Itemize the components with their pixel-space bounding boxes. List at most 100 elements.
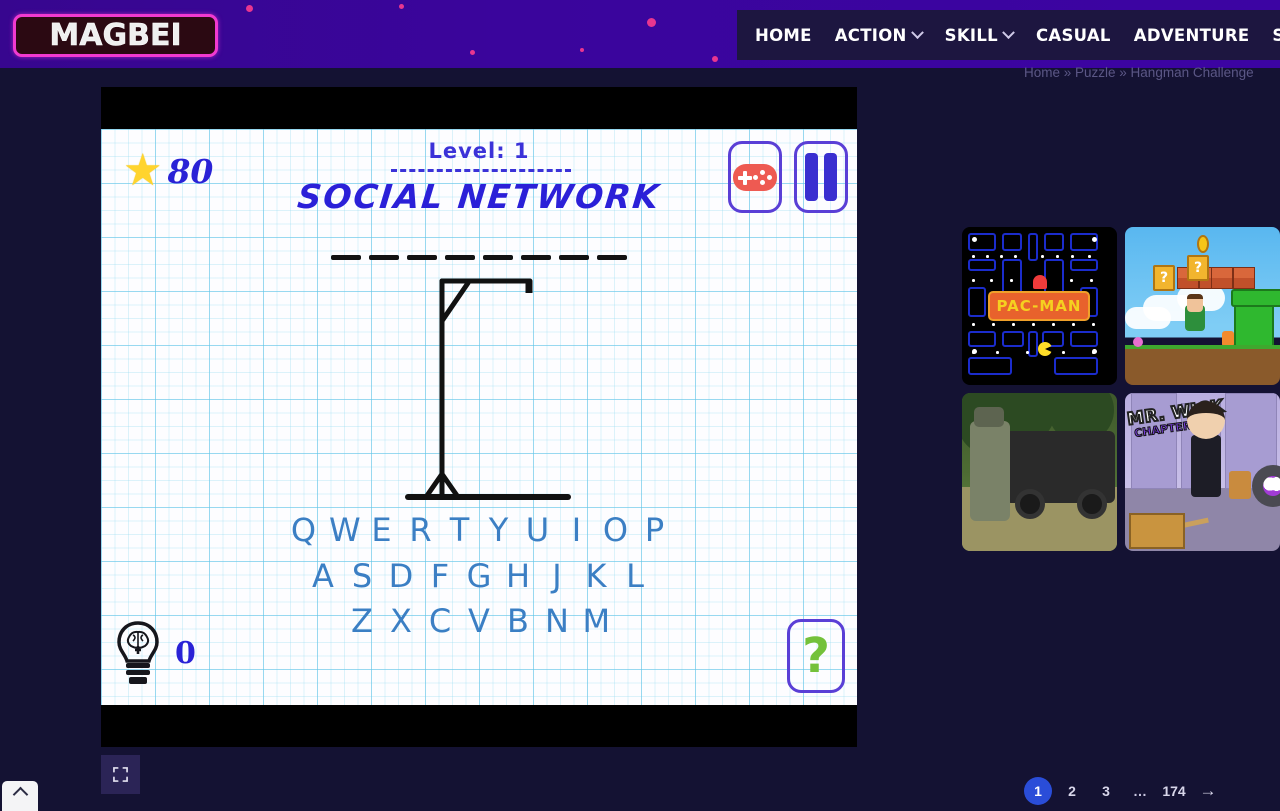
site-logo[interactable]: MAGBEI	[13, 14, 218, 57]
nav-item-skill[interactable]: SKILL	[944, 25, 1015, 45]
game-canvas[interactable]: ★ 80 Level: 1 SOCIAL NETWORK Q W E R T Y…	[101, 129, 857, 705]
category-underline	[391, 169, 571, 173]
key-N[interactable]: N	[544, 605, 571, 639]
site-header: MAGBEI HOME ACTION SKILL CASUAL ADVENTUR…	[0, 0, 1280, 68]
key-L[interactable]: L	[622, 559, 649, 594]
nav-item-label: SKILL	[944, 25, 998, 45]
letter-blank	[407, 255, 437, 260]
key-D[interactable]: D	[388, 559, 415, 594]
question-mark-icon: ?	[802, 628, 830, 684]
decor-dot	[246, 5, 253, 12]
breadcrumb[interactable]: Home » Puzzle » Hangman Challenge	[1024, 65, 1254, 80]
decor-dot	[712, 56, 718, 62]
key-Y[interactable]: Y	[485, 513, 512, 548]
nav-item-adventure[interactable]: ADVENTURE	[1134, 26, 1250, 45]
crate-art	[1129, 513, 1185, 549]
chevron-down-icon	[910, 25, 924, 39]
keyboard-row-2: A S D F G H J K L	[101, 559, 857, 594]
thumbnail-platformer[interactable]: ? ?	[1125, 227, 1280, 385]
nav-item-home[interactable]: HOME	[755, 26, 812, 45]
player-sprite	[1185, 294, 1205, 331]
key-E[interactable]: E	[368, 513, 395, 548]
key-J[interactable]: J	[544, 559, 571, 594]
coin-icon	[1197, 235, 1209, 253]
pagination-page-3[interactable]: 3	[1092, 777, 1120, 805]
ground-art	[1125, 349, 1280, 385]
key-R[interactable]: R	[407, 513, 434, 548]
lightbulb-brain-icon	[117, 621, 159, 684]
key-H[interactable]: H	[505, 559, 532, 594]
pagination-page-2[interactable]: 2	[1058, 777, 1086, 805]
nav-item-label: ACTION	[834, 25, 907, 45]
key-Z[interactable]: Z	[349, 605, 376, 639]
key-A[interactable]: A	[310, 559, 337, 594]
letter-blank	[369, 255, 399, 260]
dog-sprite	[1229, 471, 1251, 499]
question-block: ?	[1153, 265, 1175, 291]
cloud-art	[1125, 307, 1171, 329]
decor-dot	[399, 4, 404, 9]
letter-blank	[331, 255, 361, 260]
game-player-frame: ★ 80 Level: 1 SOCIAL NETWORK Q W E R T Y…	[101, 87, 857, 747]
key-S[interactable]: S	[349, 559, 376, 594]
fullscreen-button[interactable]	[101, 755, 140, 794]
key-W[interactable]: W	[329, 513, 361, 548]
hint-display[interactable]: 0	[113, 619, 196, 687]
gamepad-icon	[733, 163, 777, 191]
key-G[interactable]: G	[466, 559, 493, 594]
nav-item-action[interactable]: ACTION	[834, 25, 924, 45]
flower-art	[1133, 337, 1143, 347]
nav-item-label: SPORTS	[1272, 25, 1280, 45]
key-K[interactable]: K	[583, 559, 610, 594]
nav-item-sports[interactable]: SPORTS	[1272, 26, 1280, 45]
nav-item-label: HOME	[755, 25, 812, 45]
nav-item-label: ADVENTURE	[1133, 25, 1250, 45]
brick-block	[1233, 267, 1255, 289]
brick-block	[1211, 267, 1233, 289]
keyboard-row-1: Q W E R T Y U I O P	[101, 513, 857, 548]
pagination-page-1[interactable]: 1	[1024, 777, 1052, 805]
key-I[interactable]: I	[563, 513, 590, 548]
thumbnail-mr-wick[interactable]: MR. WICK CHAPTER ONE	[1125, 393, 1280, 551]
key-V[interactable]: V	[466, 605, 493, 639]
site-logo-text: MAGBEI	[49, 17, 182, 53]
key-T[interactable]: T	[446, 513, 473, 548]
nav-item-casual[interactable]: CASUAL	[1036, 26, 1111, 45]
hint-count: 0	[175, 635, 196, 671]
letter-blank	[521, 255, 551, 260]
thumbnail-pacman[interactable]: PAC-MAN	[962, 227, 1117, 385]
nav-item-label: CASUAL	[1036, 25, 1111, 45]
gallows-drawing	[405, 278, 571, 500]
soldier-sprite	[970, 407, 1010, 521]
pause-button[interactable]	[794, 141, 848, 213]
pagination-next-button[interactable]: →	[1194, 777, 1222, 805]
gamepad-button[interactable]	[728, 141, 782, 213]
pagination-page-last[interactable]: 174	[1160, 777, 1188, 805]
main-navigation: HOME ACTION SKILL CASUAL ADVENTURE SPORT…	[737, 10, 1280, 60]
letter-blank	[597, 255, 627, 260]
help-button[interactable]: ?	[787, 619, 845, 693]
key-U[interactable]: U	[524, 513, 551, 548]
character-sprite	[1187, 401, 1225, 497]
question-block: ?	[1187, 255, 1209, 281]
ghost-sprite	[1033, 275, 1047, 289]
thumbnail-military[interactable]	[962, 393, 1117, 551]
scroll-to-top-button[interactable]	[2, 781, 38, 811]
pagination-ellipsis: …	[1133, 783, 1147, 799]
letter-blank	[445, 255, 475, 260]
wheel-art	[1077, 489, 1107, 519]
key-P[interactable]: P	[641, 513, 668, 548]
game-thumbnail-grid: PAC-MAN ? ? MR. WICK CHAPTER ONE	[962, 227, 1280, 551]
fullscreen-icon	[113, 767, 128, 782]
key-F[interactable]: F	[427, 559, 454, 594]
wheel-art	[1015, 489, 1045, 519]
key-C[interactable]: C	[427, 605, 454, 639]
key-O[interactable]: O	[602, 513, 629, 548]
key-M[interactable]: M	[583, 605, 611, 639]
key-B[interactable]: B	[505, 605, 532, 639]
pacman-logo: PAC-MAN	[988, 291, 1090, 321]
key-X[interactable]: X	[388, 605, 415, 639]
letter-blank	[483, 255, 513, 260]
key-Q[interactable]: Q	[290, 513, 317, 548]
overlay-badge[interactable]	[1252, 465, 1280, 507]
